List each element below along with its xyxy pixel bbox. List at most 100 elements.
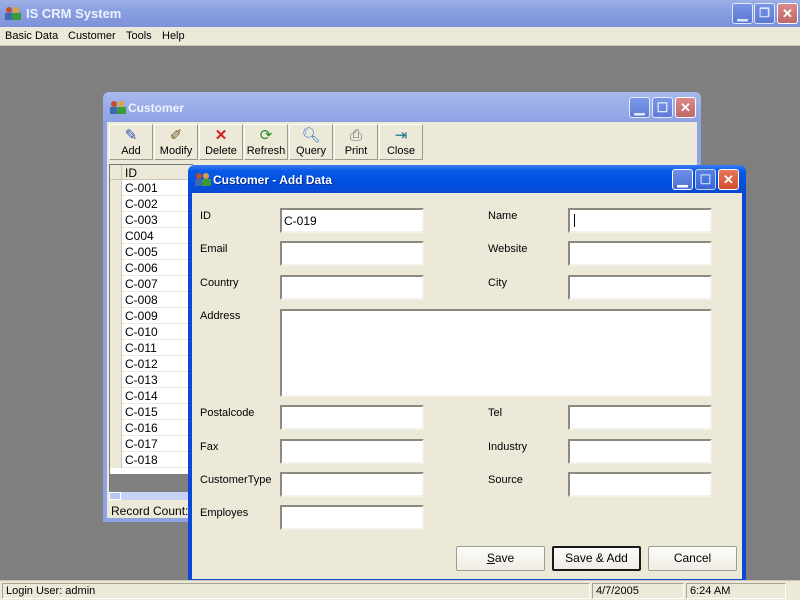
app-titlebar: IS CRM System ▁ ❐ ✕ xyxy=(0,0,800,27)
table-row[interactable]: C-008 xyxy=(110,292,193,308)
customer-minimize-button[interactable]: ▁ xyxy=(629,97,650,118)
query-button[interactable]: 🔍︎ Query xyxy=(289,124,333,160)
customer-window-titlebar: Customer ▁ ☐ ✕ xyxy=(103,92,701,122)
row-header[interactable] xyxy=(110,196,122,212)
dialog-maximize-button[interactable]: ☐ xyxy=(695,169,716,190)
table-row[interactable]: C-015 xyxy=(110,404,193,420)
table-row[interactable]: C-013 xyxy=(110,372,193,388)
customer-maximize-button[interactable]: ☐ xyxy=(652,97,673,118)
cancel-button[interactable]: Cancel xyxy=(648,546,737,571)
table-row[interactable]: C-010 xyxy=(110,324,193,340)
horizontal-scrollbar[interactable] xyxy=(109,492,193,500)
dialog-titlebar: Customer - Add Data ▁ ☐ ✕ xyxy=(188,165,746,194)
table-row[interactable]: C-012 xyxy=(110,356,193,372)
print-button[interactable]: ⎙ Print xyxy=(334,124,378,160)
table-row[interactable]: C-005 xyxy=(110,244,193,260)
scroll-left-arrow-icon[interactable] xyxy=(109,492,121,500)
email-field[interactable] xyxy=(280,241,424,266)
menu-help[interactable]: Help xyxy=(162,30,185,42)
website-field[interactable] xyxy=(568,241,712,266)
close-icon: ✕ xyxy=(723,172,734,187)
employes-field[interactable] xyxy=(280,505,424,530)
table-row[interactable]: C-018 xyxy=(110,452,193,468)
row-header[interactable] xyxy=(110,388,122,404)
row-header[interactable] xyxy=(110,404,122,420)
row-header[interactable] xyxy=(110,340,122,356)
app-restore-button[interactable]: ❐ xyxy=(754,3,775,24)
minimize-icon: ▁ xyxy=(737,6,748,21)
modify-button[interactable]: ✐ Modify xyxy=(154,124,198,160)
address-field[interactable] xyxy=(280,309,712,397)
row-header[interactable] xyxy=(110,356,122,372)
grid-column-id[interactable]: ID xyxy=(125,166,137,180)
close-button[interactable]: ⇥ Close xyxy=(379,124,423,160)
delete-button[interactable]: ✕ Delete xyxy=(199,124,243,160)
id-cell: C-010 xyxy=(125,325,158,339)
table-row[interactable]: C-002 xyxy=(110,196,193,212)
menu-basic-data[interactable]: Basic Data xyxy=(5,30,58,42)
country-field[interactable] xyxy=(280,275,424,300)
customer-grid[interactable]: ID C-001 C-002 C-003 C004 C-005 C-006 C-007 C-0… xyxy=(109,164,193,474)
row-header[interactable] xyxy=(110,244,122,260)
row-header[interactable] xyxy=(110,372,122,388)
table-row[interactable]: C-011 xyxy=(110,340,193,356)
grid-header: ID xyxy=(110,165,193,180)
row-header[interactable] xyxy=(110,308,122,324)
name-field[interactable] xyxy=(568,208,712,233)
id-cell: C-001 xyxy=(125,181,158,195)
table-row[interactable]: C-007 xyxy=(110,276,193,292)
website-label: Website xyxy=(488,243,528,255)
app-minimize-button[interactable]: ▁ xyxy=(732,3,753,24)
table-row[interactable]: C-001 xyxy=(110,180,193,196)
table-row[interactable]: C-003 xyxy=(110,212,193,228)
row-header[interactable] xyxy=(110,324,122,340)
source-field[interactable] xyxy=(568,472,712,497)
menubar: Basic Data Customer Tools Help xyxy=(0,27,800,46)
print-icon: ⎙ xyxy=(349,127,362,144)
table-row[interactable]: C-006 xyxy=(110,260,193,276)
table-row[interactable]: C-016 xyxy=(110,420,193,436)
fax-field[interactable] xyxy=(280,439,424,464)
print-label: Print xyxy=(344,145,368,157)
row-header[interactable] xyxy=(110,276,122,292)
email-label: Email xyxy=(200,243,228,255)
row-header[interactable] xyxy=(110,260,122,276)
dialog-close-button[interactable]: ✕ xyxy=(718,169,739,190)
delete-label: Delete xyxy=(205,145,237,157)
tel-field[interactable] xyxy=(568,405,712,430)
add-button[interactable]: ✎ Add xyxy=(109,124,153,160)
customertype-field[interactable] xyxy=(280,472,424,497)
table-row[interactable]: C-017 xyxy=(110,436,193,452)
id-field[interactable] xyxy=(280,208,424,233)
row-header[interactable] xyxy=(110,180,122,196)
table-row[interactable]: C-014 xyxy=(110,388,193,404)
table-row[interactable]: C-009 xyxy=(110,308,193,324)
industry-label: Industry xyxy=(488,441,528,453)
postalcode-field[interactable] xyxy=(280,405,424,430)
save-and-add-button[interactable]: Save & Add xyxy=(552,546,641,571)
row-header[interactable] xyxy=(110,212,122,228)
row-header[interactable] xyxy=(110,436,122,452)
address-label: Address xyxy=(200,310,241,322)
dialog-body: ID Name Email Website Country City Addre… xyxy=(192,193,742,579)
menu-customer[interactable]: Customer xyxy=(68,30,116,42)
row-header[interactable] xyxy=(110,420,122,436)
id-cell: C-016 xyxy=(125,421,158,435)
app-close-button[interactable]: ✕ xyxy=(777,3,798,24)
refresh-button[interactable]: ⟳ Refresh xyxy=(244,124,288,160)
row-header[interactable] xyxy=(110,228,122,244)
dialog-minimize-button[interactable]: ▁ xyxy=(672,169,693,190)
id-cell: C-017 xyxy=(125,437,158,451)
row-header[interactable] xyxy=(110,292,122,308)
id-cell: C-012 xyxy=(125,357,158,371)
id-cell: C004 xyxy=(125,229,154,243)
row-header[interactable] xyxy=(110,452,122,468)
industry-field[interactable] xyxy=(568,439,712,464)
table-row[interactable]: C004 xyxy=(110,228,193,244)
tel-label: Tel xyxy=(488,407,503,419)
save-button[interactable]: Save xyxy=(456,546,545,571)
close-icon: ✕ xyxy=(680,100,691,115)
city-field[interactable] xyxy=(568,275,712,300)
customer-close-button[interactable]: ✕ xyxy=(675,97,696,118)
menu-tools[interactable]: Tools xyxy=(126,30,152,42)
